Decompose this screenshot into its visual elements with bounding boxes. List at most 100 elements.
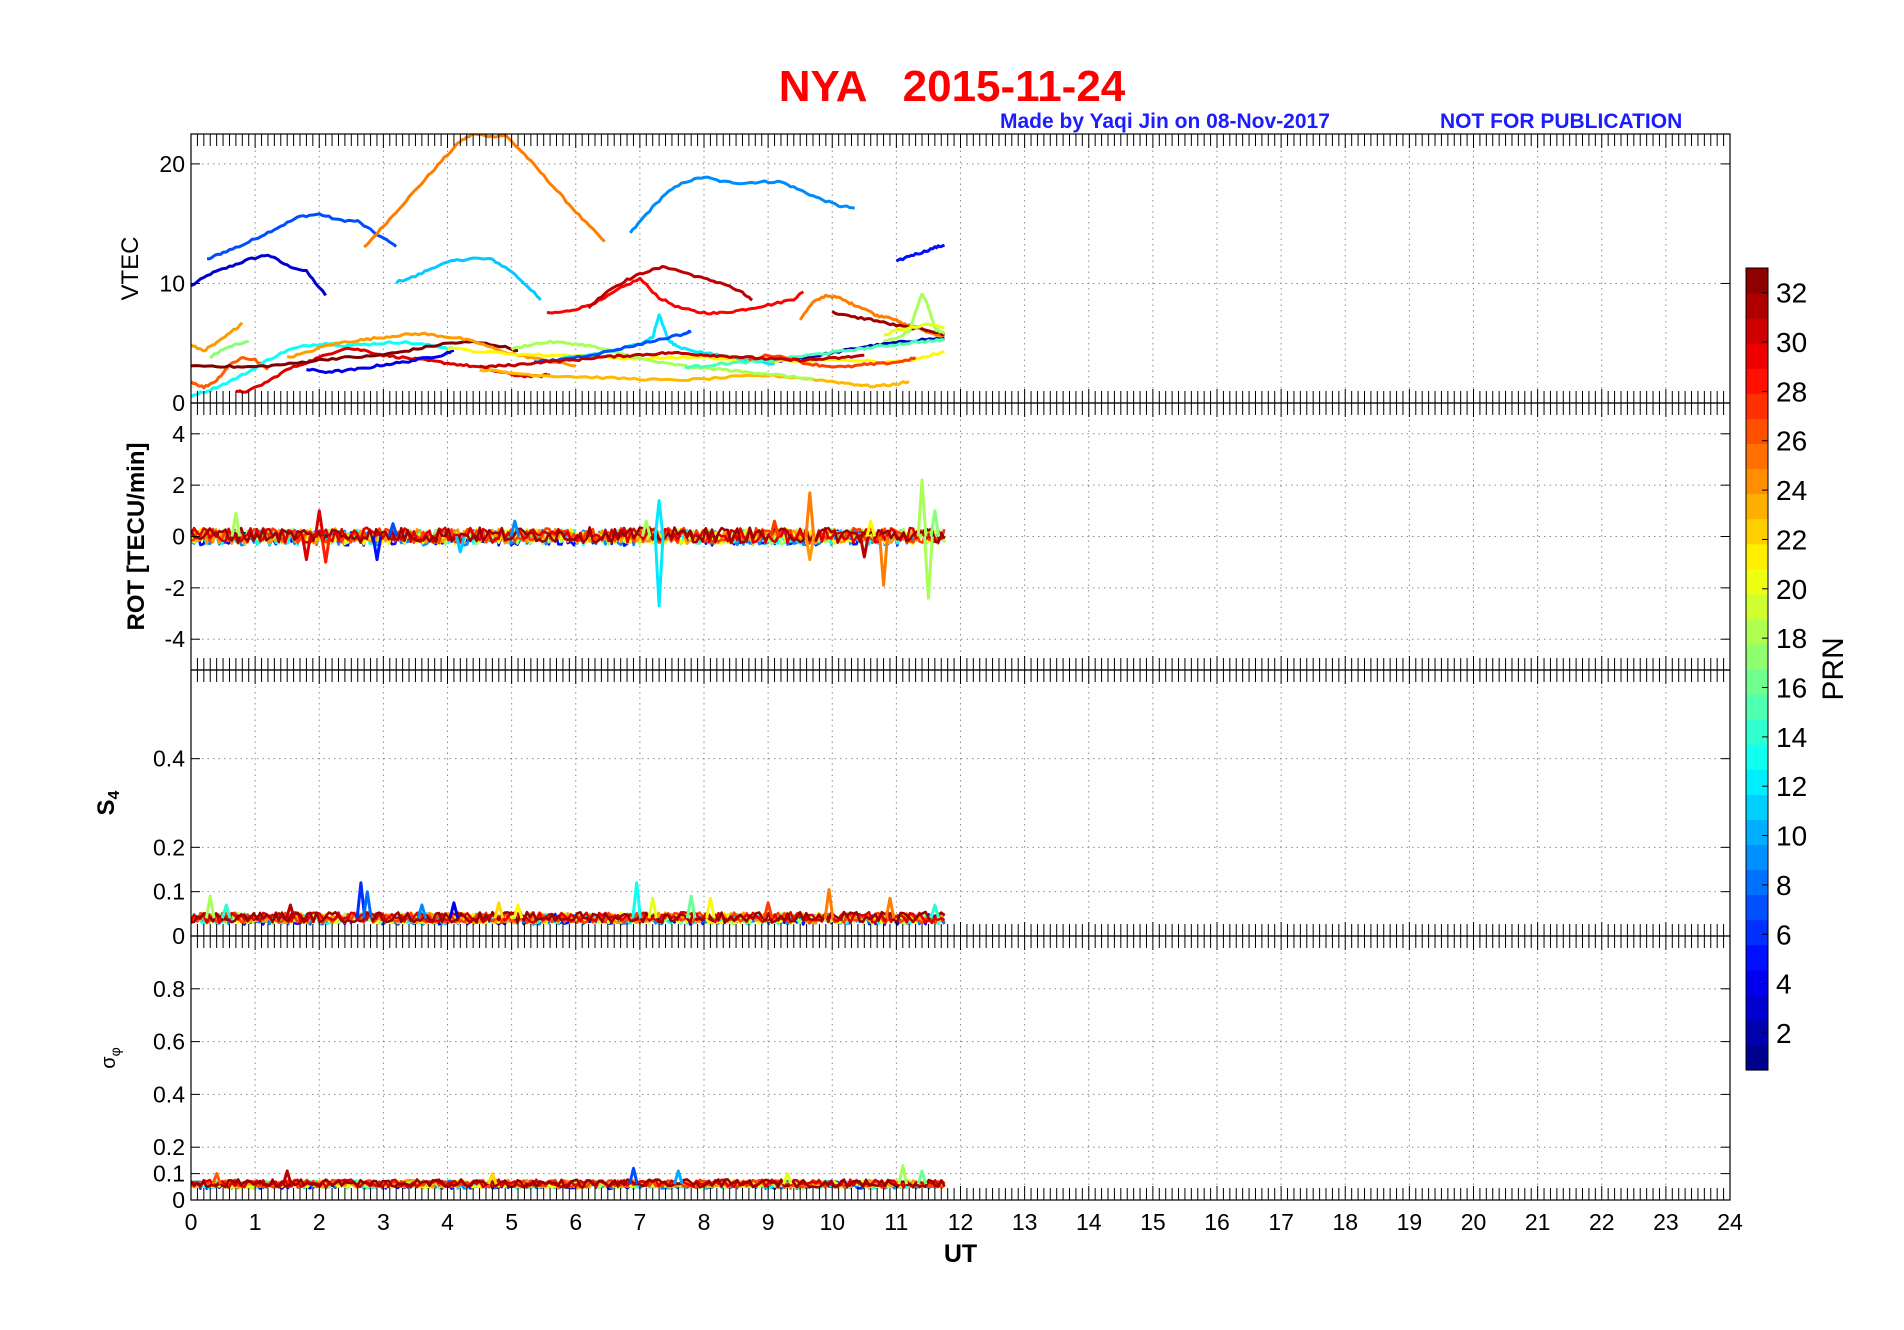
x-tick-label: 8 (698, 1209, 711, 1235)
colorbar-tick-label: 4 (1776, 969, 1792, 1000)
colorbar-swatch (1746, 518, 1768, 545)
series-line-prn-5 (895, 243, 945, 263)
x-tick-label: 12 (948, 1209, 974, 1235)
x-tick-label: 4 (441, 1209, 454, 1235)
colorbar-swatch (1746, 869, 1768, 896)
x-tick-label: 23 (1653, 1209, 1679, 1235)
colorbar-swatch (1746, 593, 1768, 620)
colorbar-tick-label: 30 (1776, 327, 1807, 358)
y-tick-label: 0 (172, 390, 185, 416)
colorbar-swatch (1746, 393, 1768, 419)
colorbar-swatch (1746, 794, 1768, 820)
x-tick-label: 16 (1204, 1209, 1230, 1235)
y-tick-label: 0.2 (153, 1134, 185, 1160)
panel-vtec: 0 10 20 VTEC (117, 133, 1731, 416)
colorbar-swatch (1746, 618, 1768, 645)
x-tick-label: 21 (1525, 1209, 1551, 1235)
y-tick-label: 0.4 (153, 746, 185, 772)
colorbar-swatch (1746, 368, 1768, 394)
x-tick-label: 6 (569, 1209, 582, 1235)
y-axis-label: σφ (98, 1047, 123, 1068)
y-tick-label: -2 (165, 575, 185, 601)
x-tick-label: 7 (633, 1209, 646, 1235)
x-tick-label: 0 (185, 1209, 198, 1235)
colorbar-tick-label: 28 (1776, 376, 1807, 407)
colorbar-swatch (1746, 669, 1768, 695)
y-tick-label: 4 (172, 421, 185, 447)
panel-s4: 0 0.1 0.2 0.4 S4 (93, 669, 1731, 949)
y-tick-label: 0.8 (153, 976, 185, 1002)
y-tick-label: 0 (172, 524, 185, 550)
colorbar-tick-label: 8 (1776, 870, 1792, 901)
spike-mark (929, 509, 941, 537)
x-tick-label: 13 (1012, 1209, 1038, 1235)
y-tick-label: -4 (165, 626, 186, 652)
y-axis-label: S4 (93, 790, 123, 815)
series-line-prn-11 (395, 256, 542, 302)
series-line-prn-3 (191, 253, 327, 297)
colorbar-label: PRN (1817, 637, 1850, 700)
y-tick-label: 0.2 (153, 834, 185, 860)
colorbar-swatch (1746, 418, 1768, 445)
colorbar-tick-label: 24 (1776, 475, 1807, 506)
colorbar-swatch (1746, 543, 1768, 570)
series-line-prn-23 (479, 368, 910, 389)
colorbar-swatch (1746, 293, 1768, 319)
colorbar-swatch (1746, 343, 1768, 369)
data-layer (191, 881, 946, 926)
x-axis-label: UT (944, 1240, 977, 1268)
y-tick-label: 2 (172, 472, 185, 498)
colorbar-swatch (1746, 694, 1768, 720)
x-tick-label: 15 (1140, 1209, 1166, 1235)
series-line-prn-31 (587, 265, 754, 310)
x-tick-label: 22 (1589, 1209, 1615, 1235)
spike-mark (673, 1169, 684, 1185)
spike-mark (653, 536, 665, 608)
spike-mark (916, 478, 928, 537)
data-layer (191, 1164, 946, 1191)
x-tick-label: 10 (819, 1209, 845, 1235)
figure-canvas: 01020VTEC-4-2024ROT [TECU/min]00.10.20.4… (93, 133, 1850, 1268)
colorbar-swatch (1746, 944, 1768, 971)
x-tick-label: 14 (1076, 1209, 1102, 1235)
series-line-prn-9 (629, 175, 855, 234)
data-layer (191, 478, 946, 608)
colorbar: 2468101214161820222426283032PRN (1745, 267, 1850, 1071)
colorbar-swatch (1746, 994, 1768, 1021)
y-tick-label: 0 (172, 923, 185, 949)
colorbar-swatch (1746, 819, 1768, 846)
spike-mark (923, 536, 934, 600)
colorbar-tick-label: 18 (1776, 623, 1807, 654)
colorbar-tick-label: 12 (1776, 771, 1807, 802)
panel-frame (190, 133, 1731, 404)
x-tick-label: 11 (884, 1209, 908, 1235)
y-tick-label: 0.4 (153, 1081, 185, 1107)
y-tick-label: 10 (159, 270, 185, 296)
x-tick-label: 3 (377, 1209, 390, 1235)
colorbar-swatch (1746, 744, 1768, 770)
x-tick-label: 17 (1268, 1209, 1294, 1235)
colorbar-tick-label: 26 (1776, 426, 1807, 457)
x-tick-label: 18 (1332, 1209, 1358, 1235)
spike-mark (804, 491, 816, 537)
colorbar-swatch (1746, 894, 1768, 921)
y-axis-label: VTEC (117, 236, 144, 300)
colorbar-tick-label: 32 (1776, 278, 1807, 309)
y-tick-label: 20 (159, 151, 185, 177)
series-line-prn-24 (191, 321, 244, 353)
x-tick-label: 19 (1397, 1209, 1423, 1235)
colorbar-swatch (1746, 493, 1768, 520)
colorbar-swatch (1746, 769, 1768, 795)
y-axis-label: ROT [TECU/min] (123, 443, 150, 631)
series-line-prn-7 (207, 212, 398, 261)
colorbar-tick-label: 20 (1776, 574, 1807, 605)
x-tick-label: 2 (313, 1209, 326, 1235)
colorbar-swatch (1746, 568, 1768, 595)
series-line-prn-26 (191, 355, 269, 390)
y-tick-label: 0 (172, 1187, 185, 1213)
colorbar-swatch (1746, 844, 1768, 871)
y-tick-label: 0.1 (153, 879, 185, 905)
colorbar-swatch (1746, 643, 1768, 670)
colorbar-tick-label: 6 (1776, 919, 1792, 950)
colorbar-swatch (1746, 1044, 1768, 1071)
